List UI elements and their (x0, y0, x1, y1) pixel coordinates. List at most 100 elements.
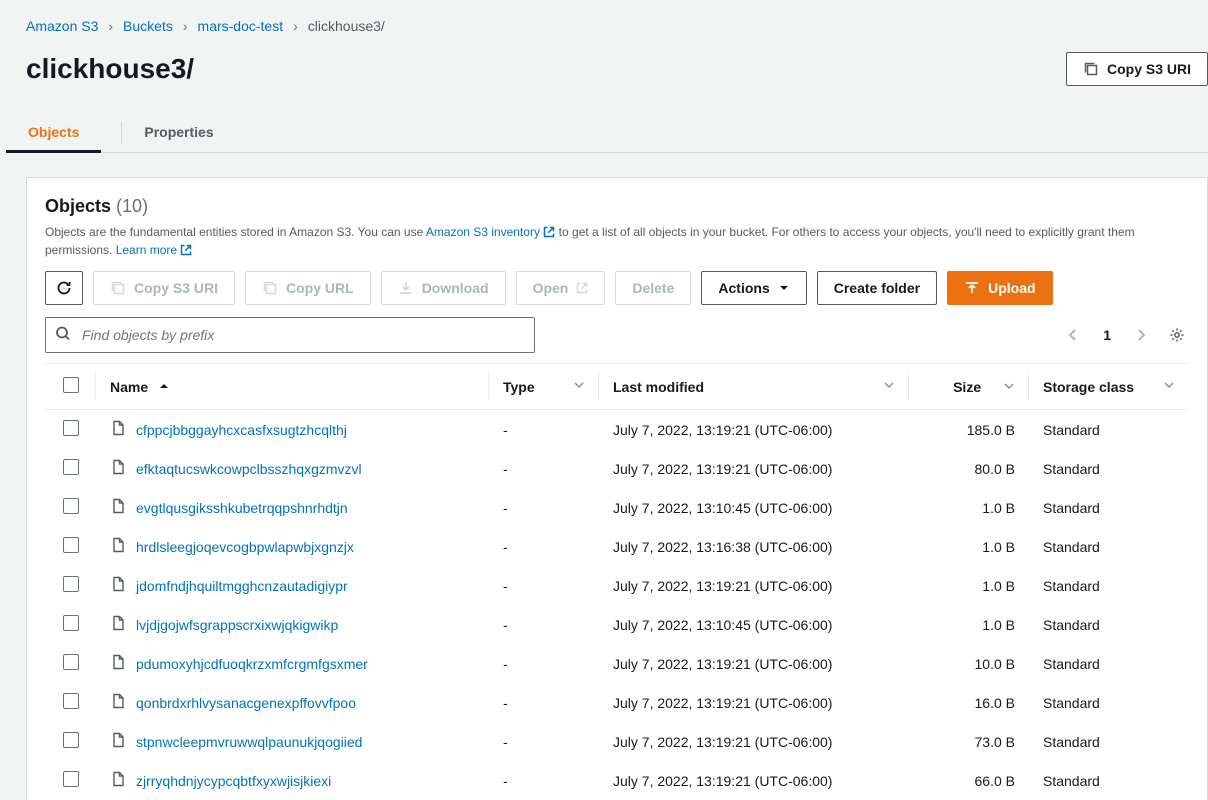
column-last-modified[interactable]: Last modified (599, 364, 909, 410)
cell-modified: July 7, 2022, 13:19:21 (UTC-06:00) (599, 722, 909, 761)
learn-more-link[interactable]: Learn more (116, 243, 193, 257)
breadcrumb-current: clickhouse3/ (308, 18, 385, 34)
object-link[interactable]: efktaqtucswkcowpclbsszhqxgzmvzvl (136, 461, 362, 477)
row-checkbox[interactable] (63, 576, 79, 592)
prev-page-button[interactable] (1061, 323, 1085, 347)
cell-storage: Standard (1029, 449, 1189, 488)
cell-storage: Standard (1029, 683, 1189, 722)
button-label: Open (533, 278, 569, 298)
refresh-button[interactable] (45, 271, 83, 305)
upload-icon (964, 280, 980, 296)
table-row: zjrryqhdnjycypcqbtfxyxwjisjkiexi-July 7,… (45, 761, 1189, 800)
row-checkbox[interactable] (63, 732, 79, 748)
copy-s3-uri-button[interactable]: Copy S3 URI (1066, 52, 1208, 86)
cell-modified: July 7, 2022, 13:19:21 (UTC-06:00) (599, 683, 909, 722)
object-link[interactable]: cfppcjbbggayhcxcasfxsugtzhcqlthj (136, 422, 347, 438)
file-icon (110, 654, 126, 673)
button-label: Create folder (834, 278, 920, 298)
button-label: Copy S3 URI (134, 278, 218, 298)
column-storage-class[interactable]: Storage class (1029, 364, 1189, 410)
cell-modified: July 7, 2022, 13:10:45 (UTC-06:00) (599, 605, 909, 644)
next-page-button[interactable] (1129, 323, 1153, 347)
cell-size: 73.0 B (909, 722, 1029, 761)
cell-storage: Standard (1029, 410, 1189, 450)
row-checkbox[interactable] (63, 771, 79, 787)
objects-table: Name Type Last modified (45, 363, 1189, 800)
tab-properties[interactable]: Properties (142, 114, 215, 152)
cell-storage: Standard (1029, 722, 1189, 761)
pager: 1 (1061, 323, 1153, 347)
cell-size: 1.0 B (909, 605, 1029, 644)
object-link[interactable]: zjrryqhdnjycypcqbtfxyxwjisjkiexi (136, 773, 331, 789)
sort-icon (1003, 380, 1015, 392)
object-link[interactable]: hrdlsleegjoqevcogbpwlapwbjxgnzjx (136, 539, 354, 555)
cell-type: - (489, 449, 599, 488)
row-checkbox[interactable] (63, 654, 79, 670)
file-icon (110, 732, 126, 751)
delete-button[interactable]: Delete (615, 271, 691, 305)
divider (121, 122, 122, 144)
row-checkbox[interactable] (63, 420, 79, 436)
breadcrumb-link[interactable]: Amazon S3 (26, 18, 98, 34)
cell-type: - (489, 410, 599, 450)
row-checkbox[interactable] (63, 615, 79, 631)
sort-icon (573, 379, 585, 391)
objects-panel: Objects (10) Objects are the fundamental… (26, 177, 1208, 800)
cell-size: 1.0 B (909, 488, 1029, 527)
open-button[interactable]: Open (516, 271, 606, 305)
cell-type: - (489, 683, 599, 722)
cell-type: - (489, 488, 599, 527)
chevron-right-icon: › (108, 18, 113, 34)
row-checkbox[interactable] (63, 537, 79, 553)
file-icon (110, 771, 126, 790)
external-link-icon (576, 282, 588, 294)
download-button[interactable]: Download (381, 271, 506, 305)
button-label: Download (422, 278, 489, 298)
row-checkbox[interactable] (63, 459, 79, 475)
search-icon (55, 326, 71, 345)
chevron-right-icon (1133, 327, 1149, 343)
cell-storage: Standard (1029, 488, 1189, 527)
page-title: clickhouse3/ (26, 53, 194, 85)
cell-size: 80.0 B (909, 449, 1029, 488)
panel-title: Objects (10) (45, 196, 148, 216)
cell-storage: Standard (1029, 644, 1189, 683)
tab-objects[interactable]: Objects (26, 114, 81, 152)
table-row: evgtlqusgiksshkubetrqqpshnrhdtjn-July 7,… (45, 488, 1189, 527)
breadcrumb-link[interactable]: mars-doc-test (198, 18, 284, 34)
object-link[interactable]: pdumoxyhjcdfuoqkrzxmfcrgmfgsxmer (136, 656, 368, 672)
copy-s3-uri-button[interactable]: Copy S3 URI (93, 271, 235, 305)
cell-type: - (489, 527, 599, 566)
column-size[interactable]: Size (909, 364, 1029, 410)
copy-url-button[interactable]: Copy URL (245, 271, 371, 305)
search-input[interactable] (45, 317, 535, 353)
create-folder-button[interactable]: Create folder (817, 271, 937, 305)
object-link[interactable]: jdomfndjhquiltmgghcnzautadigiypr (136, 578, 348, 594)
select-all-checkbox[interactable] (63, 377, 79, 393)
cell-size: 16.0 B (909, 683, 1029, 722)
copy-icon (110, 280, 126, 296)
table-row: jdomfndjhquiltmgghcnzautadigiypr-July 7,… (45, 566, 1189, 605)
settings-button[interactable] (1165, 323, 1189, 347)
row-checkbox[interactable] (63, 693, 79, 709)
object-link[interactable]: qonbrdxrhlvysanacgenexpffovvfpoo (136, 695, 356, 711)
table-row: pdumoxyhjcdfuoqkrzxmfcrgmfgsxmer-July 7,… (45, 644, 1189, 683)
row-checkbox[interactable] (63, 498, 79, 514)
file-icon (110, 693, 126, 712)
object-link[interactable]: evgtlqusgiksshkubetrqqpshnrhdtjn (136, 500, 348, 516)
column-type[interactable]: Type (489, 364, 599, 410)
copy-icon (262, 280, 278, 296)
refresh-icon (56, 280, 72, 296)
table-row: stpnwcleepmvruwwqlpaunukjqogiied-July 7,… (45, 722, 1189, 761)
inventory-link[interactable]: Amazon S3 inventory (426, 225, 559, 239)
cell-modified: July 7, 2022, 13:19:21 (UTC-06:00) (599, 449, 909, 488)
upload-button[interactable]: Upload (947, 271, 1052, 305)
column-name[interactable]: Name (96, 364, 489, 410)
sort-icon (883, 379, 895, 391)
cell-modified: July 7, 2022, 13:19:21 (UTC-06:00) (599, 761, 909, 800)
object-link[interactable]: lvjdjgojwfsgrappscrxixwjqkigwikp (136, 617, 338, 633)
breadcrumb-link[interactable]: Buckets (123, 18, 173, 34)
cell-size: 66.0 B (909, 761, 1029, 800)
actions-button[interactable]: Actions (701, 271, 806, 305)
page-number: 1 (1103, 327, 1111, 343)
